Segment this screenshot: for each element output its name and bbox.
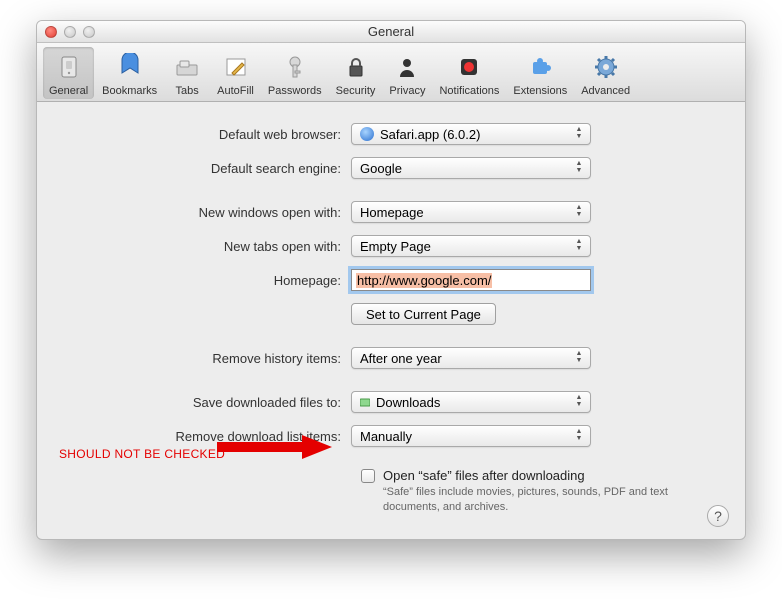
tabs-icon xyxy=(171,51,203,83)
extensions-icon xyxy=(524,51,556,83)
remove-history-select[interactable]: After one year ▲▼ xyxy=(351,347,591,369)
chevron-updown-icon: ▲▼ xyxy=(572,350,586,364)
default-browser-select[interactable]: Safari.app (6.0.2) ▲▼ xyxy=(351,123,591,145)
set-current-page-button[interactable]: Set to Current Page xyxy=(351,303,496,325)
tab-extensions[interactable]: Extensions xyxy=(507,47,573,99)
privacy-icon xyxy=(391,51,423,83)
default-engine-label: Default search engine: xyxy=(61,161,351,176)
open-safe-files-checkbox[interactable] xyxy=(361,469,375,483)
tab-tabs[interactable]: Tabs xyxy=(165,47,209,99)
open-safe-files-label: Open “safe” files after downloading xyxy=(383,468,683,483)
save-downloads-select[interactable]: Downloads ▲▼ xyxy=(351,391,591,413)
open-safe-files-row: Open “safe” files after downloading “Saf… xyxy=(361,468,721,515)
passwords-icon xyxy=(279,51,311,83)
remove-history-label: Remove history items: xyxy=(61,351,351,366)
tab-bookmarks[interactable]: Bookmarks xyxy=(96,47,163,99)
default-browser-label: Default web browser: xyxy=(61,127,351,142)
new-tabs-label: New tabs open with: xyxy=(61,239,351,254)
chevron-updown-icon: ▲▼ xyxy=(572,204,586,218)
safari-icon xyxy=(360,127,374,141)
gear-icon xyxy=(590,51,622,83)
preferences-window: General General Bookmarks Tabs AutoFill xyxy=(36,20,746,540)
tab-notifications[interactable]: Notifications xyxy=(433,47,505,99)
tab-autofill[interactable]: AutoFill xyxy=(211,47,260,99)
tab-advanced[interactable]: Advanced xyxy=(575,47,636,99)
chevron-updown-icon: ▲▼ xyxy=(572,126,586,140)
chevron-updown-icon: ▲▼ xyxy=(572,160,586,174)
tab-security[interactable]: Security xyxy=(330,47,382,99)
toolbar: General Bookmarks Tabs AutoFill Password… xyxy=(37,43,745,102)
open-safe-files-desc: “Safe” files include movies, pictures, s… xyxy=(383,485,683,515)
window-title: General xyxy=(37,24,745,39)
new-tabs-select[interactable]: Empty Page ▲▼ xyxy=(351,235,591,257)
annotation-arrow-icon xyxy=(217,435,332,459)
general-icon xyxy=(53,51,85,83)
new-windows-label: New windows open with: xyxy=(61,205,351,220)
annotation-text: SHOULD NOT BE CHECKED xyxy=(59,447,225,461)
lock-icon xyxy=(340,51,372,83)
traffic-lights xyxy=(37,26,95,38)
chevron-updown-icon: ▲▼ xyxy=(572,238,586,252)
remove-downloads-select[interactable]: Manually ▲▼ xyxy=(351,425,591,447)
tab-general[interactable]: General xyxy=(43,47,94,99)
default-engine-select[interactable]: Google ▲▼ xyxy=(351,157,591,179)
bookmarks-icon xyxy=(114,51,146,83)
downloads-folder-icon xyxy=(360,397,370,407)
chevron-updown-icon: ▲▼ xyxy=(572,428,586,442)
save-downloads-label: Save downloaded files to: xyxy=(61,395,351,410)
chevron-updown-icon: ▲▼ xyxy=(572,394,586,408)
autofill-icon xyxy=(220,51,252,83)
help-button[interactable]: ? xyxy=(707,505,729,527)
homepage-label: Homepage: xyxy=(61,273,351,288)
notifications-icon xyxy=(453,51,485,83)
tab-privacy[interactable]: Privacy xyxy=(383,47,431,99)
homepage-input[interactable]: http://www.google.com/ xyxy=(351,269,591,291)
tab-passwords[interactable]: Passwords xyxy=(262,47,328,99)
minimize-icon[interactable] xyxy=(64,26,76,38)
zoom-icon[interactable] xyxy=(83,26,95,38)
content-pane: Default web browser: Safari.app (6.0.2) … xyxy=(37,102,745,539)
new-windows-select[interactable]: Homepage ▲▼ xyxy=(351,201,591,223)
close-icon[interactable] xyxy=(45,26,57,38)
titlebar: General xyxy=(37,21,745,43)
